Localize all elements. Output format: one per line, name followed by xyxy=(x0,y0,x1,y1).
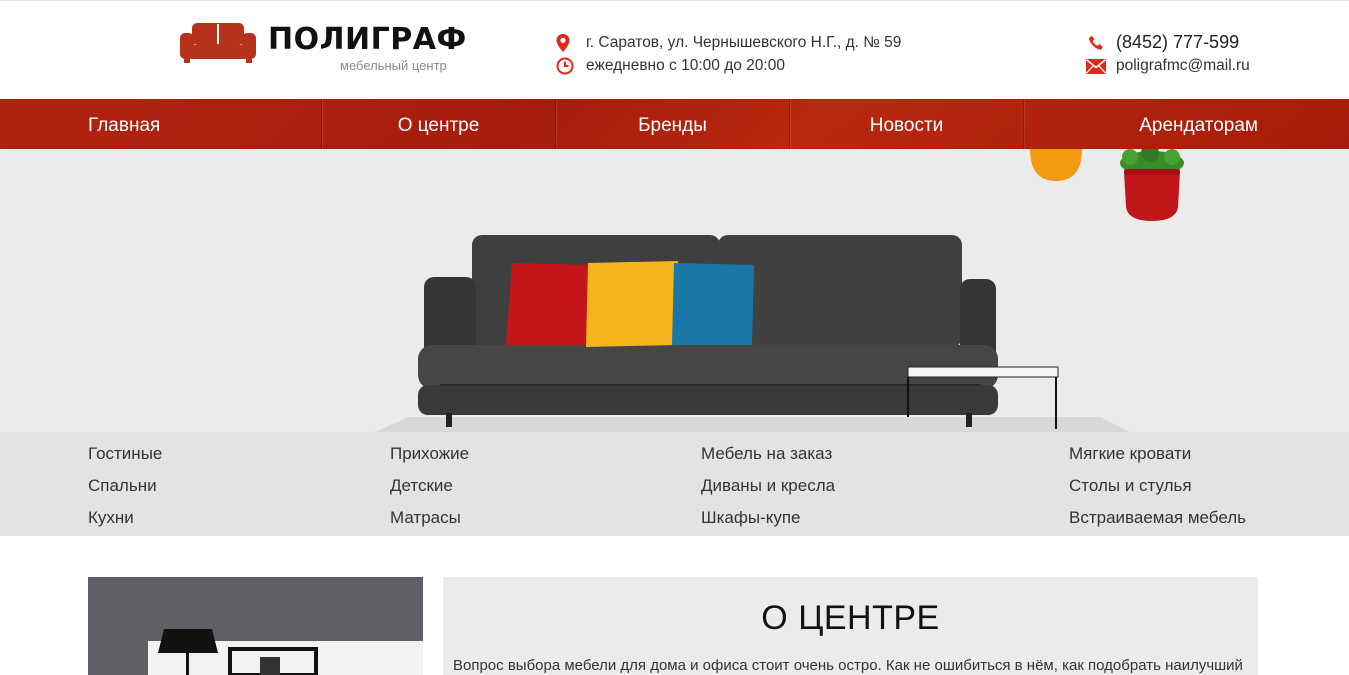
category-link[interactable]: Прихожие xyxy=(390,444,469,464)
nav-item-about[interactable]: О центре xyxy=(322,99,555,149)
about-text: Вопрос выбора мебели для дома и офиса ст… xyxy=(453,657,1243,674)
category-link[interactable]: Спальни xyxy=(88,476,157,496)
category-link[interactable]: Детские xyxy=(390,476,453,496)
nav-item-brands[interactable]: Бренды xyxy=(556,99,789,149)
about-title: О ЦЕНТРЕ xyxy=(761,599,940,637)
logo[interactable]: ПОЛИГРАФ мебельный центр xyxy=(180,21,470,76)
hero-sofa-image xyxy=(375,149,1184,432)
category-menu: Гостиные Спальни Кухни Прихожие Детские … xyxy=(0,432,1349,536)
logo-title: ПОЛИГРАФ xyxy=(268,22,467,57)
interior-photo xyxy=(88,577,423,675)
address-text: г. Саратов, ул. Чернышевского Н.Г., д. №… xyxy=(586,34,902,51)
email[interactable]: poligrafmc@mail.ru xyxy=(1086,57,1266,77)
category-link[interactable]: Диваны и кресла xyxy=(701,476,835,496)
phone-icon xyxy=(1088,35,1103,50)
hours-text: ежедневно с 10:00 до 20:00 xyxy=(586,57,785,74)
category-link[interactable]: Мебель на заказ xyxy=(701,444,832,464)
category-link[interactable]: Матрасы xyxy=(390,508,461,528)
category-link[interactable]: Мягкие кровати xyxy=(1069,444,1191,464)
map-pin-icon xyxy=(556,34,570,52)
email-address[interactable]: poligrafmc@mail.ru xyxy=(1116,57,1250,75)
address: г. Саратов, ул. Чернышевского Н.Г., д. №… xyxy=(556,34,936,54)
category-link[interactable]: Столы и стулья xyxy=(1069,476,1192,496)
category-link[interactable]: Шкафы-купе xyxy=(701,508,801,528)
site-header: ПОЛИГРАФ мебельный центр г. Саратов, ул.… xyxy=(0,0,1349,99)
nav-item-news[interactable]: Новости xyxy=(790,99,1023,149)
main-nav: Главная О центре Бренды Новости Арендато… xyxy=(0,99,1349,149)
category-link[interactable]: Гостиные xyxy=(88,444,162,464)
opening-hours: ежедневно с 10:00 до 20:00 xyxy=(556,57,936,77)
clock-icon xyxy=(556,57,574,75)
about-section: О ЦЕНТРЕ Вопрос выбора мебели для дома и… xyxy=(443,577,1258,675)
phone-number[interactable]: (8452) 777-599 xyxy=(1116,32,1239,52)
nav-item-tenants[interactable]: Арендаторам xyxy=(1024,99,1258,149)
category-link[interactable]: Кухни xyxy=(88,508,134,528)
nav-item-home[interactable]: Главная xyxy=(88,99,268,149)
about-image xyxy=(88,577,423,675)
hero-banner xyxy=(0,149,1349,432)
phone[interactable]: (8452) 777-599 xyxy=(1088,32,1258,54)
category-link[interactable]: Встраиваемая мебель xyxy=(1069,508,1246,528)
sofa-logo-icon xyxy=(180,23,256,63)
envelope-icon xyxy=(1086,59,1106,74)
logo-subtitle: мебельный центр xyxy=(340,58,447,73)
